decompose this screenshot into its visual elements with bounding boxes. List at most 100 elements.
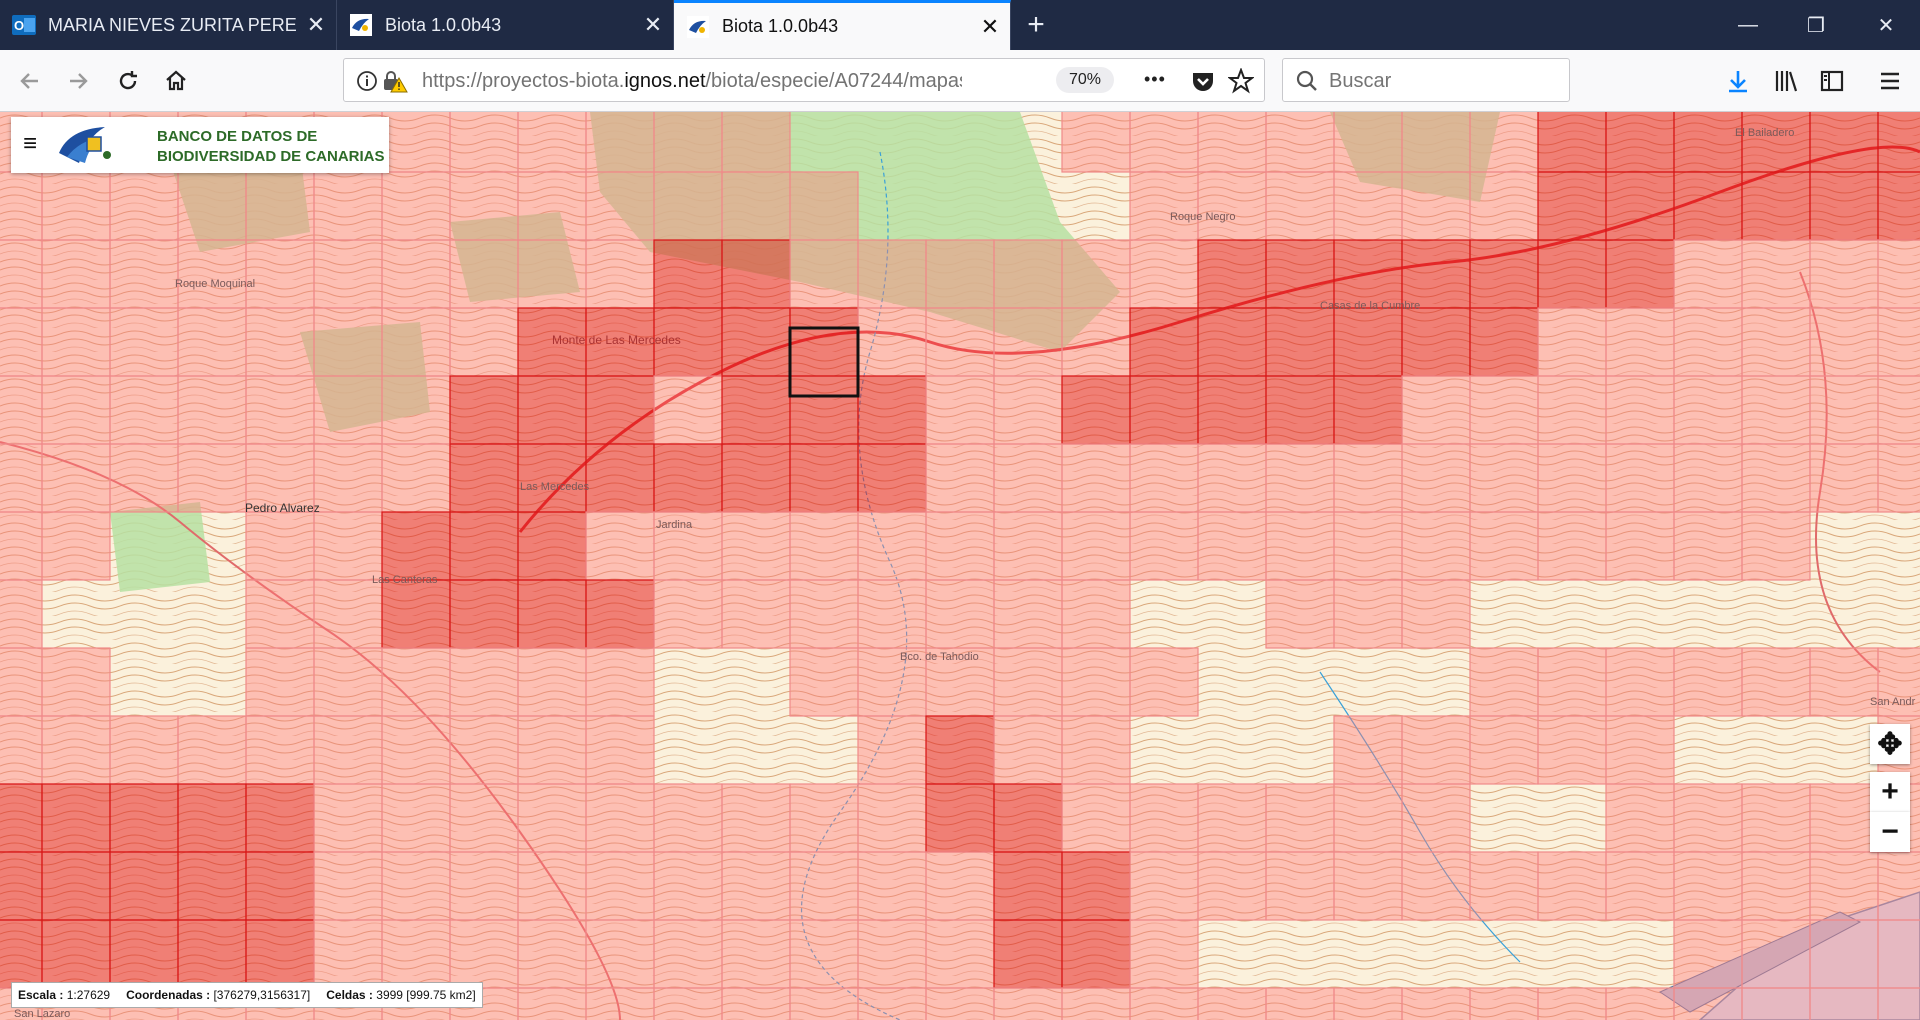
grid-cell[interactable] (449, 919, 519, 989)
grid-cell[interactable] (1401, 987, 1471, 1020)
grid-cell[interactable] (381, 579, 451, 649)
grid-cell[interactable] (245, 511, 315, 581)
grid-cell[interactable] (857, 919, 927, 989)
zoom-out-button[interactable]: − (1870, 812, 1910, 852)
grid-cell[interactable] (1537, 112, 1607, 173)
grid-cell[interactable] (1265, 579, 1335, 649)
grid-cell[interactable] (1061, 375, 1131, 445)
grid-cell[interactable] (109, 307, 179, 377)
grid-cell[interactable] (0, 511, 43, 581)
grid-cell[interactable] (993, 647, 1063, 717)
minimize-button[interactable]: — (1714, 0, 1782, 50)
grid-cell[interactable] (1877, 443, 1920, 513)
grid-cell[interactable] (993, 511, 1063, 581)
grid-cell[interactable] (1129, 647, 1199, 717)
grid-cell[interactable] (1265, 783, 1335, 853)
grid-cell[interactable] (721, 112, 791, 173)
grid-cell[interactable] (653, 919, 723, 989)
species-distribution-map[interactable]: Roque Moquinal Monte de Las Mercedes Las… (0, 112, 1920, 1020)
grid-cell[interactable] (585, 112, 655, 173)
grid-cell[interactable] (1333, 171, 1403, 241)
grid-cell[interactable] (0, 579, 43, 649)
grid-cell[interactable] (721, 783, 791, 853)
grid-cell[interactable] (1061, 919, 1131, 989)
grid-cell[interactable] (1129, 307, 1199, 377)
grid-cell[interactable] (789, 443, 859, 513)
grid-cell[interactable] (1265, 171, 1335, 241)
grid-cell[interactable] (1061, 307, 1131, 377)
grid-cell[interactable] (1537, 851, 1607, 921)
home-button[interactable] (156, 61, 196, 101)
grid-cell[interactable] (517, 112, 587, 173)
grid-cell[interactable] (517, 443, 587, 513)
grid-cell[interactable] (1469, 715, 1539, 785)
grid-cell[interactable] (41, 375, 111, 445)
grid-cell[interactable] (0, 443, 43, 513)
grid-cell[interactable] (1401, 579, 1471, 649)
grid-cell[interactable] (1537, 239, 1607, 309)
grid-cell[interactable] (1809, 851, 1879, 921)
grid-cell[interactable] (41, 171, 111, 241)
grid-cell[interactable] (1809, 112, 1879, 173)
grid-cell[interactable] (857, 511, 927, 581)
grid-cell[interactable] (1265, 307, 1335, 377)
grid-cell[interactable] (381, 112, 451, 173)
grid-cell[interactable] (789, 171, 859, 241)
grid-cell[interactable] (653, 443, 723, 513)
reload-button[interactable] (108, 61, 148, 101)
grid-cell[interactable] (109, 171, 179, 241)
grid-cell[interactable] (789, 647, 859, 717)
grid-cell[interactable] (41, 647, 111, 717)
grid-cell[interactable] (449, 443, 519, 513)
grid-cell[interactable] (721, 851, 791, 921)
grid-cell[interactable] (653, 171, 723, 241)
info-icon[interactable] (356, 70, 378, 92)
grid-cell[interactable] (1401, 851, 1471, 921)
bookmark-star-icon[interactable] (1228, 68, 1254, 94)
grid-cell[interactable] (857, 443, 927, 513)
grid-cell[interactable] (1741, 112, 1811, 173)
grid-cell[interactable] (1877, 375, 1920, 445)
grid-cell[interactable] (585, 647, 655, 717)
grid-cell[interactable] (1061, 239, 1131, 309)
grid-cell[interactable] (1129, 851, 1199, 921)
grid-cell[interactable] (1129, 511, 1199, 581)
grid-cell[interactable] (993, 851, 1063, 921)
grid-cell[interactable] (993, 239, 1063, 309)
address-bar[interactable]: https://proyectos-biota.ignos.net/biota/… (343, 58, 1265, 102)
grid-cell[interactable] (41, 511, 111, 581)
grid-cell[interactable] (1333, 715, 1403, 785)
grid-cell[interactable] (1673, 851, 1743, 921)
grid-cell[interactable] (313, 783, 383, 853)
grid-cell[interactable] (245, 851, 315, 921)
grid-cell[interactable] (381, 715, 451, 785)
grid-cell[interactable] (925, 307, 995, 377)
grid-cell[interactable] (1061, 987, 1131, 1020)
grid-cell[interactable] (245, 647, 315, 717)
grid-cell[interactable] (721, 375, 791, 445)
grid-cell[interactable] (381, 647, 451, 717)
grid-cell[interactable] (1741, 511, 1811, 581)
grid-cell[interactable] (1401, 715, 1471, 785)
grid-cell[interactable] (925, 715, 995, 785)
grid-cell[interactable] (1333, 511, 1403, 581)
grid-cell[interactable] (1333, 443, 1403, 513)
grid-cell[interactable] (245, 579, 315, 649)
grid-cell[interactable] (1401, 375, 1471, 445)
grid-cell[interactable] (1469, 511, 1539, 581)
grid-cell[interactable] (1605, 783, 1675, 853)
grid-cell[interactable] (313, 443, 383, 513)
grid-cell[interactable] (857, 239, 927, 309)
grid-cell[interactable] (313, 171, 383, 241)
grid-cell[interactable] (993, 987, 1063, 1020)
zoom-in-button[interactable]: + (1870, 772, 1910, 812)
grid-cell[interactable] (245, 375, 315, 445)
grid-cell[interactable] (789, 579, 859, 649)
grid-cell[interactable] (585, 987, 655, 1020)
app-menu-button[interactable] (1870, 61, 1910, 101)
forward-button[interactable] (58, 61, 98, 101)
grid-cell[interactable] (313, 375, 383, 445)
grid-cell[interactable] (449, 375, 519, 445)
grid-cell[interactable] (925, 851, 995, 921)
grid-cell[interactable] (1469, 239, 1539, 309)
